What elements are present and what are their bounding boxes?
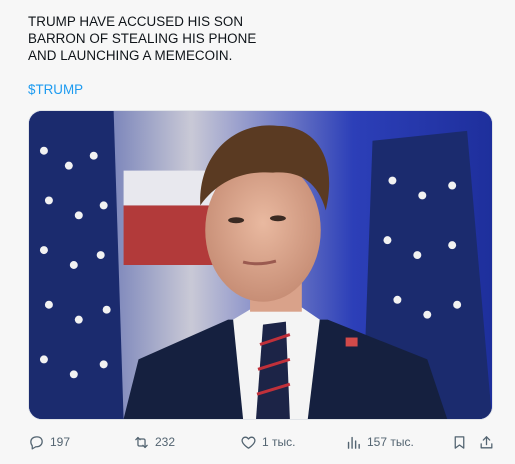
- reply-icon: [30, 435, 43, 450]
- repost-button[interactable]: 232: [133, 430, 175, 454]
- heart-icon: [241, 436, 256, 449]
- views-chart-icon: [347, 436, 360, 449]
- repost-icon: [135, 436, 148, 448]
- cashtag-link[interactable]: $TRUMP: [28, 82, 83, 97]
- bookmark-button[interactable]: [451, 430, 468, 454]
- views-button[interactable]: 157 тыс.: [345, 430, 414, 454]
- tweet-text-line: AND LAUNCHING A MEMECOIN.: [28, 48, 233, 63]
- like-button[interactable]: 1 тыс.: [240, 430, 295, 454]
- tweet-text: TRUMP HAVE ACCUSED HIS SON BARRON OF STE…: [28, 13, 328, 64]
- reply-button[interactable]: 197: [28, 430, 70, 454]
- tweet-text-line: BARRON OF STEALING HIS PHONE: [28, 31, 257, 46]
- views-count: 157 тыс.: [367, 435, 414, 449]
- bookmark-icon: [454, 435, 465, 449]
- photo-illustration: [29, 111, 492, 419]
- repost-count: 232: [155, 435, 176, 449]
- reply-count: 197: [50, 435, 71, 449]
- tweet-photo[interactable]: [28, 110, 493, 420]
- like-count: 1 тыс.: [262, 435, 296, 449]
- share-button[interactable]: [478, 430, 495, 454]
- share-icon: [480, 435, 493, 448]
- tweet-text-line: TRUMP HAVE ACCUSED HIS SON: [28, 14, 244, 29]
- tweet-actions-bar: 197 232 1 тыс. 157 тыс.: [0, 430, 515, 454]
